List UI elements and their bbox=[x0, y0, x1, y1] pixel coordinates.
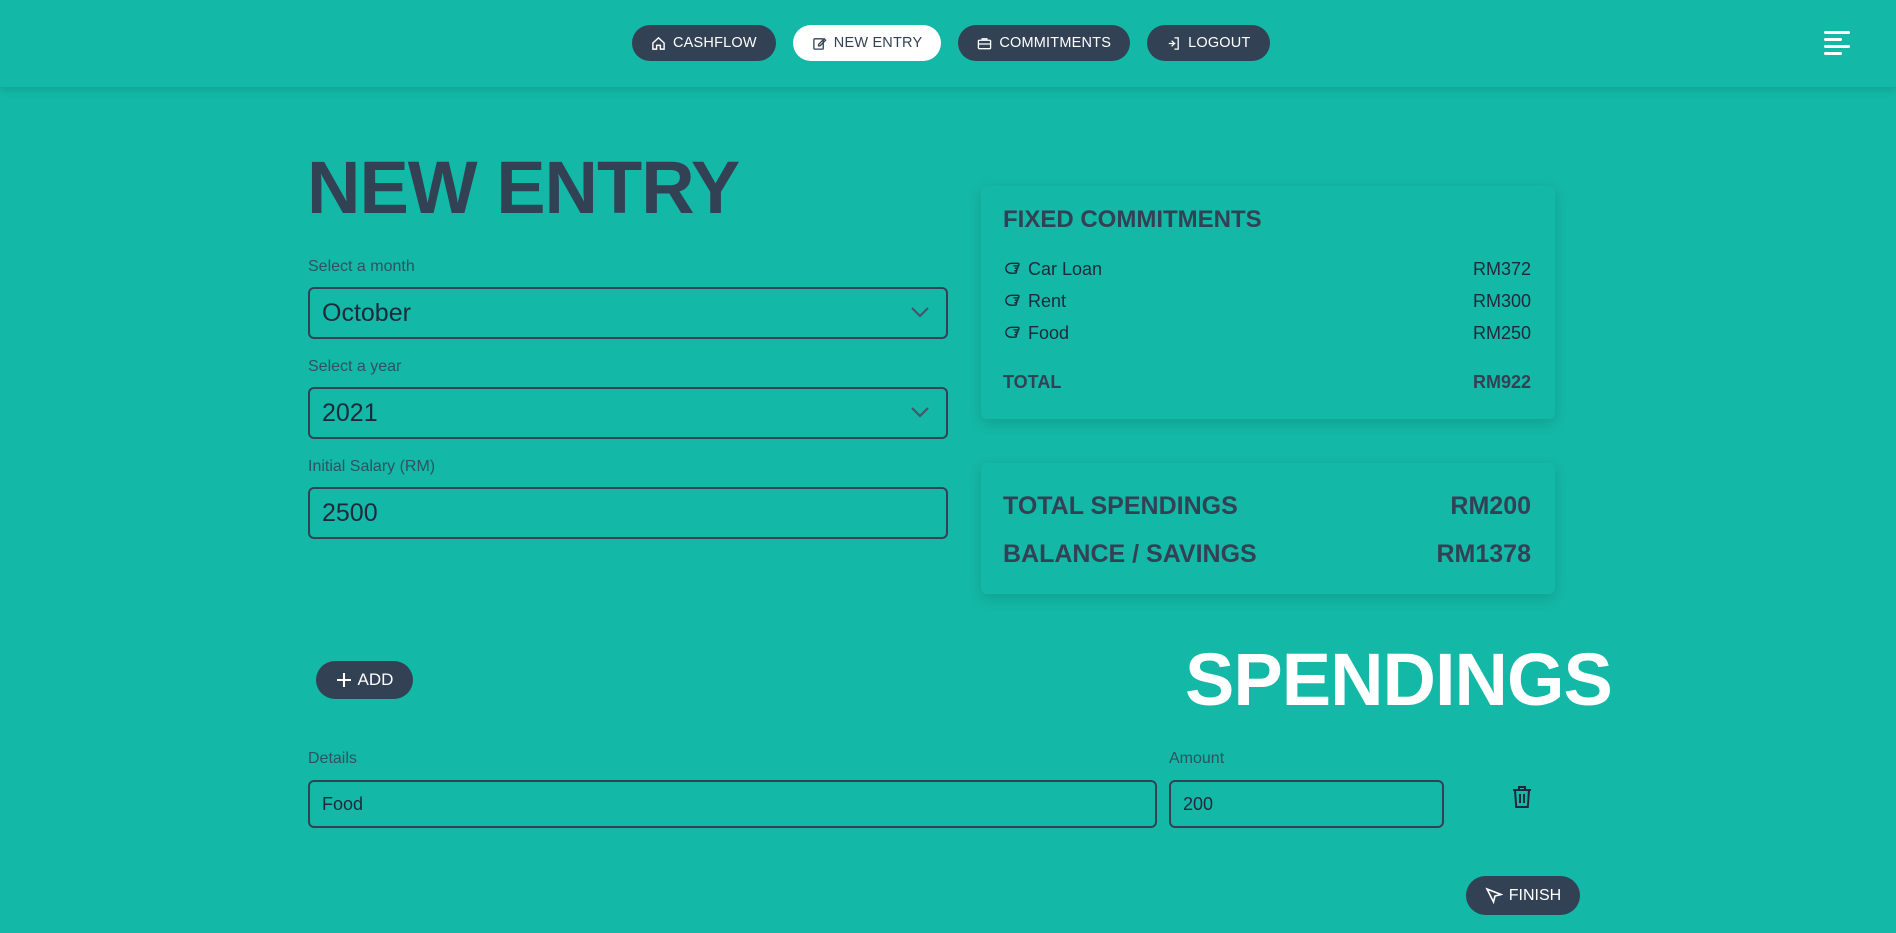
commitment-row: Car Loan RM372 bbox=[1003, 257, 1531, 281]
page-title: NEW ENTRY bbox=[307, 146, 740, 229]
commitments-total-label: TOTAL bbox=[1003, 372, 1062, 392]
trash-icon[interactable] bbox=[1511, 785, 1533, 809]
edit-icon bbox=[813, 37, 827, 50]
year-select-value: 2021 bbox=[322, 398, 378, 427]
summary-card: TOTAL SPENDINGS RM200 BALANCE / SAVINGS … bbox=[981, 463, 1555, 594]
nav-cashflow-label: CASHFLOW bbox=[673, 35, 757, 51]
add-spending-button[interactable]: ADD bbox=[316, 661, 413, 699]
commitment-amount: RM372 bbox=[1472, 258, 1531, 279]
add-spending-label: ADD bbox=[357, 670, 394, 689]
commitment-name: Rent bbox=[1028, 290, 1067, 311]
nav-new-entry-button[interactable]: NEW ENTRY bbox=[792, 25, 942, 61]
commitment-amount: RM250 bbox=[1472, 322, 1531, 343]
fixed-commitments-card: FIXED COMMITMENTS Car Loan RM372 Rent RM… bbox=[981, 186, 1555, 419]
amount-label: Amount bbox=[1169, 750, 1225, 767]
year-label: Select a year bbox=[308, 358, 402, 375]
nav-cashflow-button[interactable]: CASHFLOW bbox=[632, 25, 776, 61]
spending-details-value: Food bbox=[322, 793, 364, 814]
commitments-total-value: RM922 bbox=[1472, 372, 1531, 392]
cursor-arrow-icon bbox=[1485, 886, 1503, 904]
year-select[interactable]: 2021 bbox=[308, 387, 948, 439]
salary-input[interactable]: 2500 bbox=[308, 487, 948, 539]
spending-amount-value: 200 bbox=[1183, 793, 1214, 814]
commitment-row: Food RM250 bbox=[1003, 321, 1531, 345]
spendings-title: SPENDINGS bbox=[1185, 638, 1613, 721]
commitment-amount: RM300 bbox=[1472, 290, 1531, 311]
hand-point-icon bbox=[1005, 262, 1020, 274]
home-icon bbox=[652, 36, 665, 50]
nav-logout-button[interactable]: LOGOUT bbox=[1147, 25, 1270, 61]
total-spendings-row: TOTAL SPENDINGS RM200 bbox=[1003, 492, 1531, 521]
month-select[interactable]: October bbox=[308, 287, 948, 339]
nav-new-entry-label: NEW ENTRY bbox=[833, 35, 923, 51]
nav-commitments-button[interactable]: COMMITMENTS bbox=[958, 25, 1131, 61]
month-select-value: October bbox=[322, 298, 411, 327]
balance-label: BALANCE / SAVINGS bbox=[1003, 540, 1257, 568]
logout-icon bbox=[1168, 36, 1179, 50]
salary-label: Initial Salary (RM) bbox=[308, 458, 436, 475]
commitment-name: Car Loan bbox=[1028, 258, 1103, 279]
hand-point-icon bbox=[1005, 326, 1020, 338]
spending-details-input[interactable]: Food bbox=[308, 780, 1157, 828]
nav-logout-label: LOGOUT bbox=[1188, 35, 1251, 51]
total-spendings-label: TOTAL SPENDINGS bbox=[1003, 492, 1238, 520]
details-label: Details bbox=[308, 750, 357, 767]
top-navbar: CASHFLOW NEW ENTRY COMMITMENTS LOGOUT bbox=[0, 0, 1896, 87]
main-nav: CASHFLOW NEW ENTRY COMMITMENTS LOGOUT bbox=[632, 25, 1270, 61]
month-label: Select a month bbox=[308, 258, 415, 275]
hand-point-icon bbox=[1005, 294, 1020, 306]
finish-button[interactable]: FINISH bbox=[1466, 876, 1580, 915]
spending-amount-input[interactable]: 200 bbox=[1169, 780, 1444, 828]
chevron-down-icon bbox=[911, 407, 929, 418]
finish-label: FINISH bbox=[1508, 886, 1562, 904]
briefcase-icon bbox=[978, 37, 992, 49]
chevron-down-icon bbox=[911, 307, 929, 318]
total-spendings-value: RM200 bbox=[1450, 492, 1531, 520]
salary-input-value: 2500 bbox=[322, 498, 378, 527]
commitments-total-row: TOTAL RM922 bbox=[1003, 372, 1531, 393]
commitment-row: Rent RM300 bbox=[1003, 289, 1531, 313]
balance-row: BALANCE / SAVINGS RM1378 bbox=[1003, 540, 1531, 569]
balance-value: RM1378 bbox=[1436, 540, 1532, 568]
plus-icon bbox=[336, 673, 351, 687]
hamburger-icon[interactable] bbox=[1824, 31, 1850, 55]
commitment-name: Food bbox=[1028, 322, 1070, 343]
fixed-commitments-title: FIXED COMMITMENTS bbox=[1003, 206, 1262, 233]
nav-commitments-label: COMMITMENTS bbox=[999, 35, 1112, 51]
